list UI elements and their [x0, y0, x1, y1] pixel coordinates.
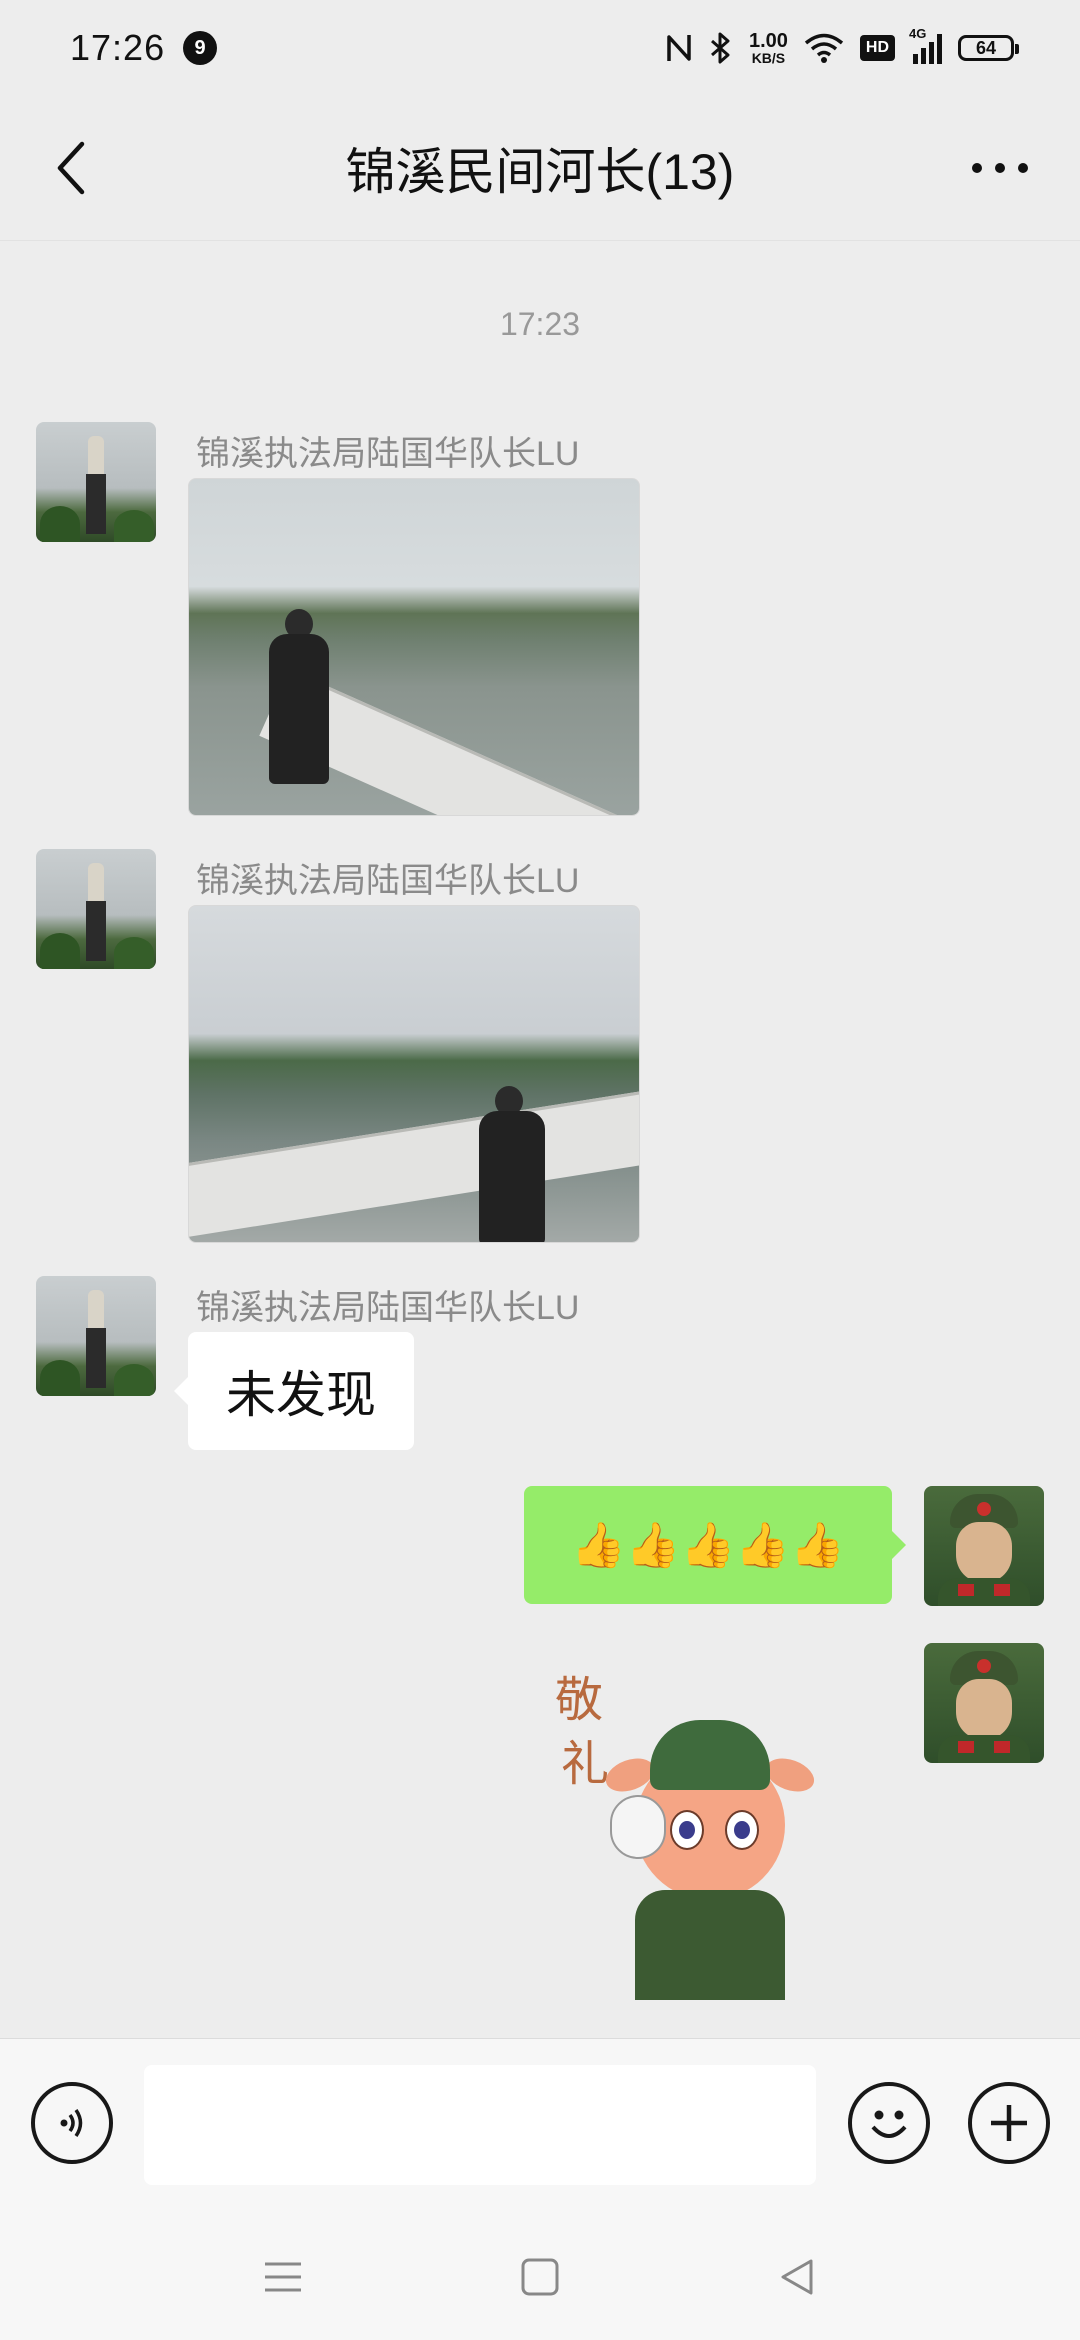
message-list[interactable]: 17:23 锦溪执法局陆国华队长LU 锦溪执法局陆国华队长LU 锦溪执法局陆国华…	[0, 240, 1080, 2038]
avatar-face	[956, 1679, 1012, 1739]
sticker-cap	[650, 1720, 770, 1790]
system-nav-bar	[0, 2208, 1080, 2340]
own-text-message[interactable]: 👍👍👍👍👍	[524, 1486, 906, 1604]
home-icon	[521, 2258, 559, 2296]
avatar-collar-tab	[958, 1741, 974, 1753]
menu-icon	[265, 2262, 301, 2292]
voice-button[interactable]	[31, 2082, 113, 2164]
battery-level: 64	[975, 37, 997, 58]
more-dots-icon	[972, 163, 1028, 173]
signal-bar	[913, 54, 918, 64]
status-bar: 17:26 9 1.00 KB/S HD 4G 64	[0, 0, 1080, 96]
own-avatar[interactable]	[924, 1643, 1044, 1763]
nav-menu-button[interactable]	[258, 2252, 308, 2302]
avatar-collar-tab	[994, 1584, 1010, 1596]
emoji-icon	[871, 2110, 907, 2138]
railing	[189, 1087, 639, 1239]
person	[269, 634, 329, 784]
sticker-text: 礼	[561, 1736, 610, 1792]
cell-signal: 4G	[909, 26, 942, 64]
sticker-text: 敬	[555, 1672, 604, 1728]
sticker-eye	[725, 1810, 759, 1850]
tree	[114, 510, 154, 542]
network-type: 4G	[909, 26, 927, 41]
text-message[interactable]: 未发现	[174, 1332, 414, 1450]
image-message[interactable]	[188, 478, 640, 816]
avatar-cap-star	[977, 1659, 991, 1673]
wifi-icon	[804, 33, 844, 63]
sticker-body	[635, 1890, 785, 2000]
nav-back-button[interactable]	[772, 2252, 822, 2302]
bluetooth-icon	[710, 32, 730, 64]
emoji-button[interactable]	[848, 2082, 930, 2164]
signal-bar	[921, 48, 926, 64]
message-input[interactable]	[144, 2065, 816, 2185]
back-button[interactable]	[40, 136, 104, 200]
net-speed: 1.00 KB/S	[749, 31, 788, 65]
sticker-hand	[610, 1795, 666, 1859]
sender-name: 锦溪执法局陆国华队长LU	[196, 1289, 580, 1327]
statue-base	[86, 901, 106, 961]
avatar-cap-star	[977, 1502, 991, 1516]
net-speed-unit: KB/S	[751, 50, 786, 66]
avatar-collar	[938, 1578, 1030, 1606]
tree	[114, 1364, 154, 1396]
time-separator: 17:23	[499, 306, 581, 342]
avatar-collar-tab	[994, 1741, 1010, 1753]
status-time: 17:26	[70, 27, 166, 68]
chat-screen: 17:26 9 1.00 KB/S HD 4G 64 锦溪民间河长(13) 17…	[0, 0, 1080, 2340]
tree	[40, 933, 80, 969]
sender-avatar[interactable]	[36, 849, 156, 969]
net-speed-value: 1.00	[748, 30, 788, 52]
more-button[interactable]	[960, 136, 1040, 200]
chevron-left-icon	[57, 141, 85, 195]
sticker-message[interactable]: 敬 礼	[555, 1660, 855, 2000]
plus-button[interactable]	[968, 2082, 1050, 2164]
signal-bar	[937, 34, 942, 64]
avatar-collar	[938, 1735, 1030, 1763]
tree	[40, 1360, 80, 1396]
sender-name: 锦溪执法局陆国华队长LU	[196, 862, 580, 900]
person	[479, 1111, 545, 1242]
nav-home-button[interactable]	[515, 2252, 565, 2302]
voice-icon	[60, 2109, 83, 2137]
hd-badge: HD	[859, 35, 895, 61]
avatar-face	[956, 1522, 1012, 1582]
tree	[40, 506, 80, 542]
chat-title: 锦溪民间河长(13)	[345, 144, 735, 200]
title-bar: 锦溪民间河长(13)	[0, 96, 1080, 241]
avatar-collar-tab	[958, 1584, 974, 1596]
status-left: 17:26 9	[70, 27, 218, 69]
sender-avatar[interactable]	[36, 1276, 156, 1396]
statue-figure	[88, 863, 104, 903]
statue-base	[86, 1328, 106, 1388]
own-avatar[interactable]	[924, 1486, 1044, 1606]
battery-icon: 64	[958, 35, 1019, 61]
input-bar	[0, 2038, 1080, 2209]
sender-avatar[interactable]	[36, 422, 156, 542]
status-right: 1.00 KB/S HD 4G 64	[665, 26, 1019, 65]
sender-name: 锦溪执法局陆国华队长LU	[196, 435, 580, 473]
notification-badge: 9	[183, 31, 218, 65]
image-message[interactable]	[188, 905, 640, 1243]
sticker-eye	[670, 1810, 704, 1850]
tree	[114, 937, 154, 969]
nfc-icon	[667, 35, 691, 61]
statue-figure	[88, 436, 104, 476]
statue-base	[86, 474, 106, 534]
plus-icon	[991, 2105, 1027, 2141]
statue-figure	[88, 1290, 104, 1330]
back-triangle-icon	[781, 2259, 813, 2295]
signal-bar	[929, 42, 934, 64]
